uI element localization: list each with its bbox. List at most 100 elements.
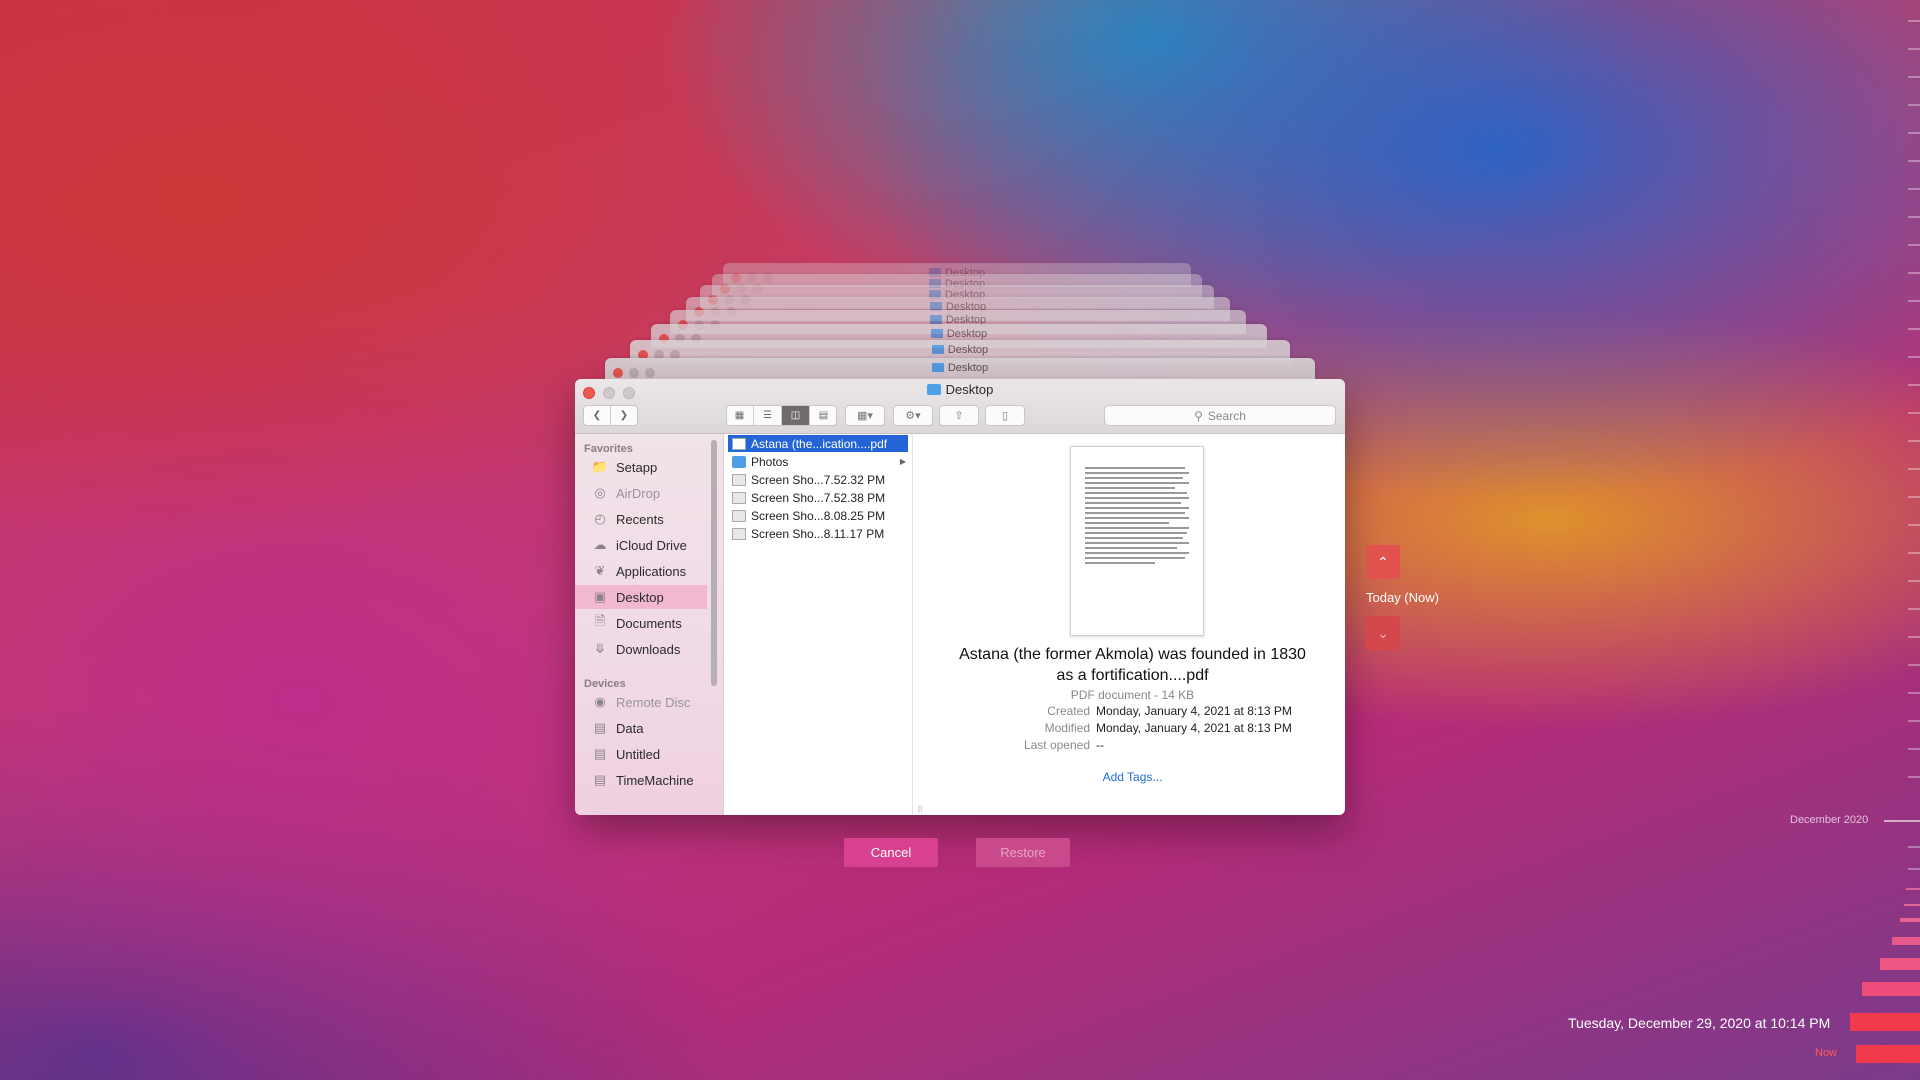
sidebar: Favorites 📁 Setapp ◎ AirDrop ◴ Recents ☁ iCl… — [575, 434, 724, 815]
list-icon: ☰ — [763, 410, 772, 421]
image-icon — [732, 491, 746, 504]
file-name: Photos — [751, 454, 789, 469]
sidebar-item-desktop[interactable]: ▣ Desktop — [575, 585, 707, 609]
sidebar-item-airdrop[interactable]: ◎ AirDrop — [575, 481, 707, 505]
forward-button[interactable]: ❯ — [611, 406, 637, 425]
image-icon — [732, 509, 746, 522]
sidebar-item-applications[interactable]: ❦ Applications — [575, 559, 707, 583]
file-name: Astana (the...ication....pdf — [751, 436, 888, 451]
file-name: Screen Sho...8.08.25 PM — [751, 508, 886, 523]
sidebar-item-data[interactable]: ▤ Data — [575, 716, 707, 740]
sidebar-item-label: Remote Disc — [616, 694, 691, 710]
chevron-up-icon: ⌃ — [1377, 553, 1389, 570]
sidebar-item-label: Applications — [616, 563, 687, 579]
meta-label: Last opened — [1023, 738, 1090, 752]
folder-icon — [931, 345, 944, 354]
preview-pane: Astana (the former Akmola) was founded i… — [920, 434, 1345, 815]
meta-row-modified: Modified Monday, January 4, 2021 at 8:13 … — [920, 721, 1345, 737]
folder-icon — [732, 455, 746, 468]
list-item[interactable]: Photos ▶ — [728, 453, 908, 470]
sidebar-item-remote-disc[interactable]: ◉ Remote Disc — [575, 690, 707, 714]
preview-file-name: Astana (the former Akmola) was founded i… — [920, 644, 1345, 686]
meta-row-created: Created Monday, January 4, 2021 at 8:13 P… — [920, 704, 1345, 720]
list-item[interactable]: Screen Sho...7.52.32 PM — [728, 471, 908, 488]
sidebar-item-label: TimeMachine — [616, 772, 694, 788]
list-item[interactable]: Screen Sho...7.52.38 PM — [728, 489, 908, 506]
timeline-now-label: Now — [1815, 1047, 1838, 1059]
sidebar-item-icloud-drive[interactable]: ☁ iCloud Drive — [575, 533, 707, 557]
window-title-text: Desktop — [945, 382, 994, 397]
document-thumbnail — [1070, 446, 1204, 636]
grid-icon: ▦ — [734, 410, 745, 421]
applications-icon: ❦ — [594, 563, 606, 578]
sidebar-item-label: Setapp — [616, 459, 658, 475]
search-icon: ⚲ — [1194, 408, 1203, 423]
sidebar-item-label: Data — [616, 720, 644, 736]
list-item[interactable]: Screen Sho...8.11.17 PM — [728, 525, 908, 542]
view-mode-control: ▦ ☰ ◫ ▤ — [726, 405, 837, 426]
file-name: Screen Sho...7.52.38 PM — [751, 490, 886, 505]
gallery-view-button[interactable]: ▤ — [810, 406, 837, 425]
share-button[interactable]: ⇧ — [939, 405, 979, 426]
columns-icon: ◫ — [790, 410, 801, 421]
gear-icon: ⚙▾ — [905, 410, 921, 422]
now-snapshot-bar[interactable] — [1856, 1045, 1920, 1063]
action-button[interactable]: ⚙▾ — [893, 405, 933, 426]
meta-value: -- — [1096, 738, 1104, 752]
meta-label: Created — [1047, 704, 1090, 718]
navigate-back-button[interactable]: ⌃ — [1366, 545, 1400, 579]
meta-label: Modified — [1044, 721, 1090, 735]
search-placeholder: Search — [1207, 408, 1246, 423]
sidebar-scrollbar[interactable] — [711, 440, 717, 686]
image-icon — [732, 527, 746, 540]
favorites-header: Favorites — [584, 443, 633, 455]
sidebar-item-label: iCloud Drive — [616, 537, 687, 553]
cancel-button[interactable]: Cancel — [844, 838, 938, 867]
history-window-title: Desktop — [947, 344, 989, 356]
chevron-down-icon: ⌄ — [1377, 624, 1389, 641]
selected-snapshot-bar[interactable] — [1850, 1013, 1920, 1031]
drive-icon: ▤ — [593, 746, 607, 761]
sidebar-item-setapp[interactable]: 📁 Setapp — [575, 455, 707, 479]
tags-button[interactable]: ▯ — [985, 405, 1025, 426]
navigate-forward-button[interactable]: ⌄ — [1366, 616, 1400, 650]
tag-icon: ▯ — [1001, 410, 1009, 422]
file-name: Screen Sho...7.52.32 PM — [751, 472, 886, 487]
list-item[interactable]: Astana (the...ication....pdf — [728, 435, 908, 452]
back-button[interactable]: ❮ — [584, 406, 611, 425]
column-view-button[interactable]: ◫ — [782, 406, 810, 425]
sidebar-item-label: Desktop — [616, 589, 664, 605]
preview-file-name-line: Astana (the former Akmola) was founded i… — [959, 646, 1306, 663]
restore-button[interactable]: Restore — [976, 838, 1070, 867]
meta-value: Monday, January 4, 2021 at 8:13 PM — [1096, 704, 1292, 718]
chevron-right-icon: ❯ — [619, 410, 629, 421]
selected-date-label: Tuesday, December 29, 2020 at 10:14 PM — [1568, 1015, 1831, 1031]
icon-view-button[interactable]: ▦ — [726, 406, 754, 425]
preview-file-kind: PDF document - 14 KB — [1070, 688, 1195, 702]
folder-icon — [931, 363, 944, 372]
disc-icon: ◉ — [594, 694, 606, 709]
title-bar: Desktop ❮ ❯ ▦ ☰ ◫ ▤ ▦▾ ⚙▾ ⇧ ▯ ⚲ Search — [575, 379, 1345, 434]
sidebar-item-documents[interactable]: 🗎 Documents — [575, 611, 707, 635]
sidebar-item-untitled[interactable]: ▤ Untitled — [575, 742, 707, 766]
search-field[interactable]: ⚲ Search — [1104, 405, 1336, 426]
group-button[interactable]: ▦▾ — [845, 405, 885, 426]
back-forward-control: ❮ ❯ — [583, 405, 638, 426]
month-marker — [1884, 820, 1920, 822]
image-icon — [732, 473, 746, 486]
airdrop-icon: ◎ — [594, 485, 606, 500]
chevron-left-icon: ❮ — [592, 410, 602, 421]
devices-header: Devices — [584, 678, 626, 690]
list-item[interactable]: Screen Sho...8.08.25 PM — [728, 507, 908, 524]
list-view-button[interactable]: ☰ — [754, 406, 782, 425]
folder-icon — [929, 315, 942, 324]
sidebar-item-timemachine[interactable]: ▤ TimeMachine — [575, 768, 707, 792]
disclosure-arrow-icon: ▶ — [899, 457, 906, 466]
sidebar-item-recents[interactable]: ◴ Recents — [575, 507, 707, 531]
meta-row-last-opened: Last opened -- — [920, 738, 1345, 754]
history-window-title: Desktop — [946, 328, 988, 340]
meta-value: Monday, January 4, 2021 at 8:13 PM — [1096, 721, 1292, 735]
sidebar-item-label: Downloads — [616, 641, 681, 657]
add-tags-link[interactable]: Add Tags... — [920, 770, 1345, 784]
sidebar-item-downloads[interactable]: ⤋ Downloads — [575, 637, 707, 661]
